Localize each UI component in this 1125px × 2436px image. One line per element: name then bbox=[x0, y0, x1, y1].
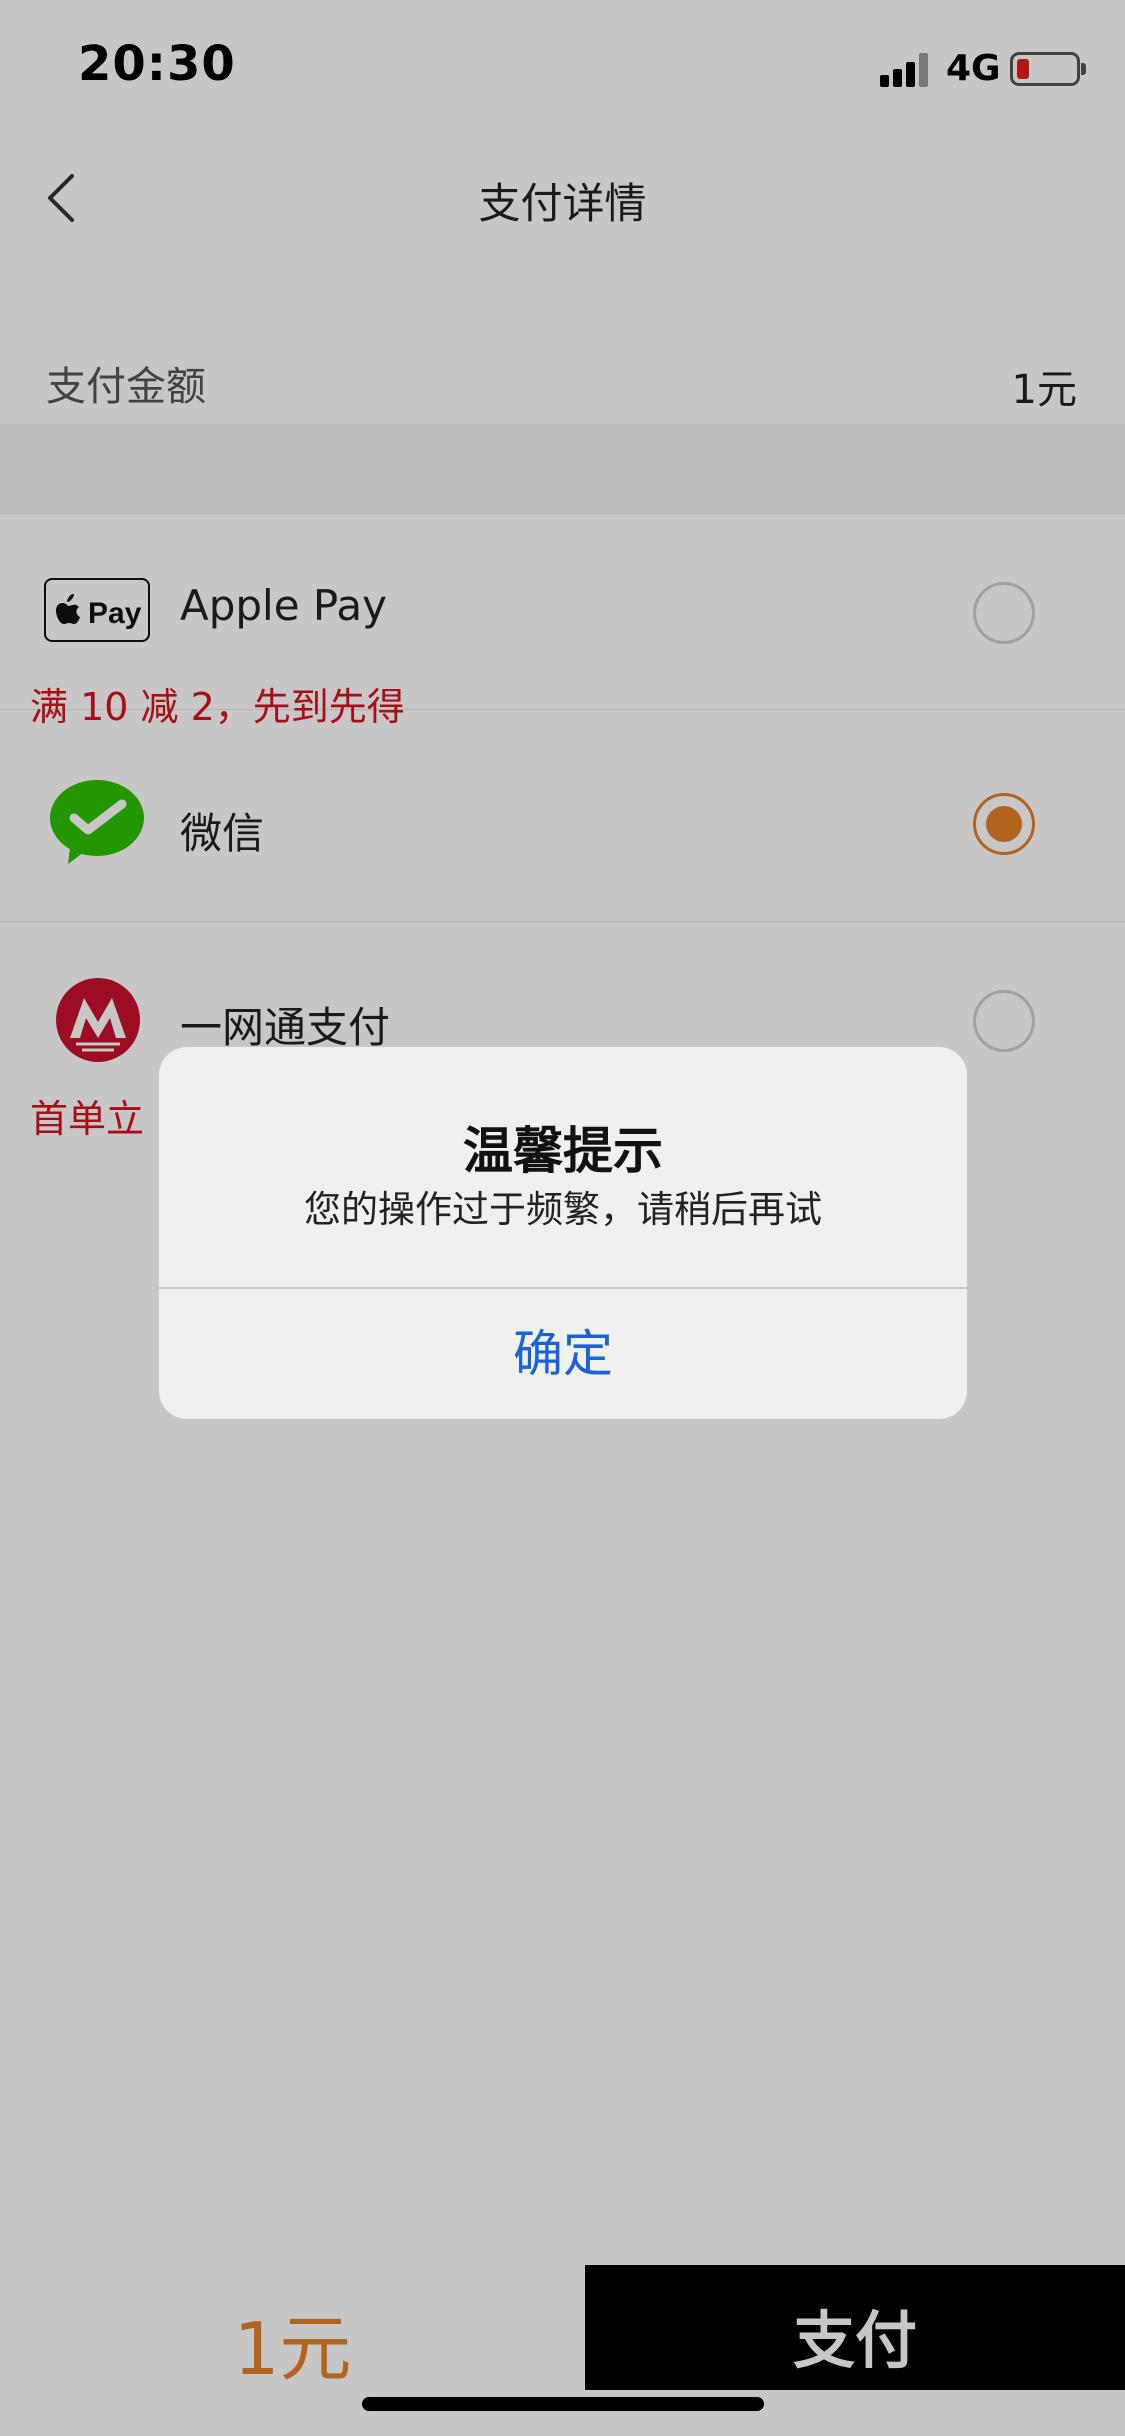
alert-ok-button[interactable]: 确定 bbox=[159, 1289, 967, 1419]
home-indicator[interactable] bbox=[362, 2397, 764, 2411]
alert-dialog: 温馨提示 您的操作过于频繁，请稍后再试 确定 bbox=[159, 1047, 967, 1419]
alert-message: 您的操作过于频繁，请稍后再试 bbox=[304, 1188, 822, 1231]
alert-title: 温馨提示 bbox=[463, 1122, 663, 1180]
